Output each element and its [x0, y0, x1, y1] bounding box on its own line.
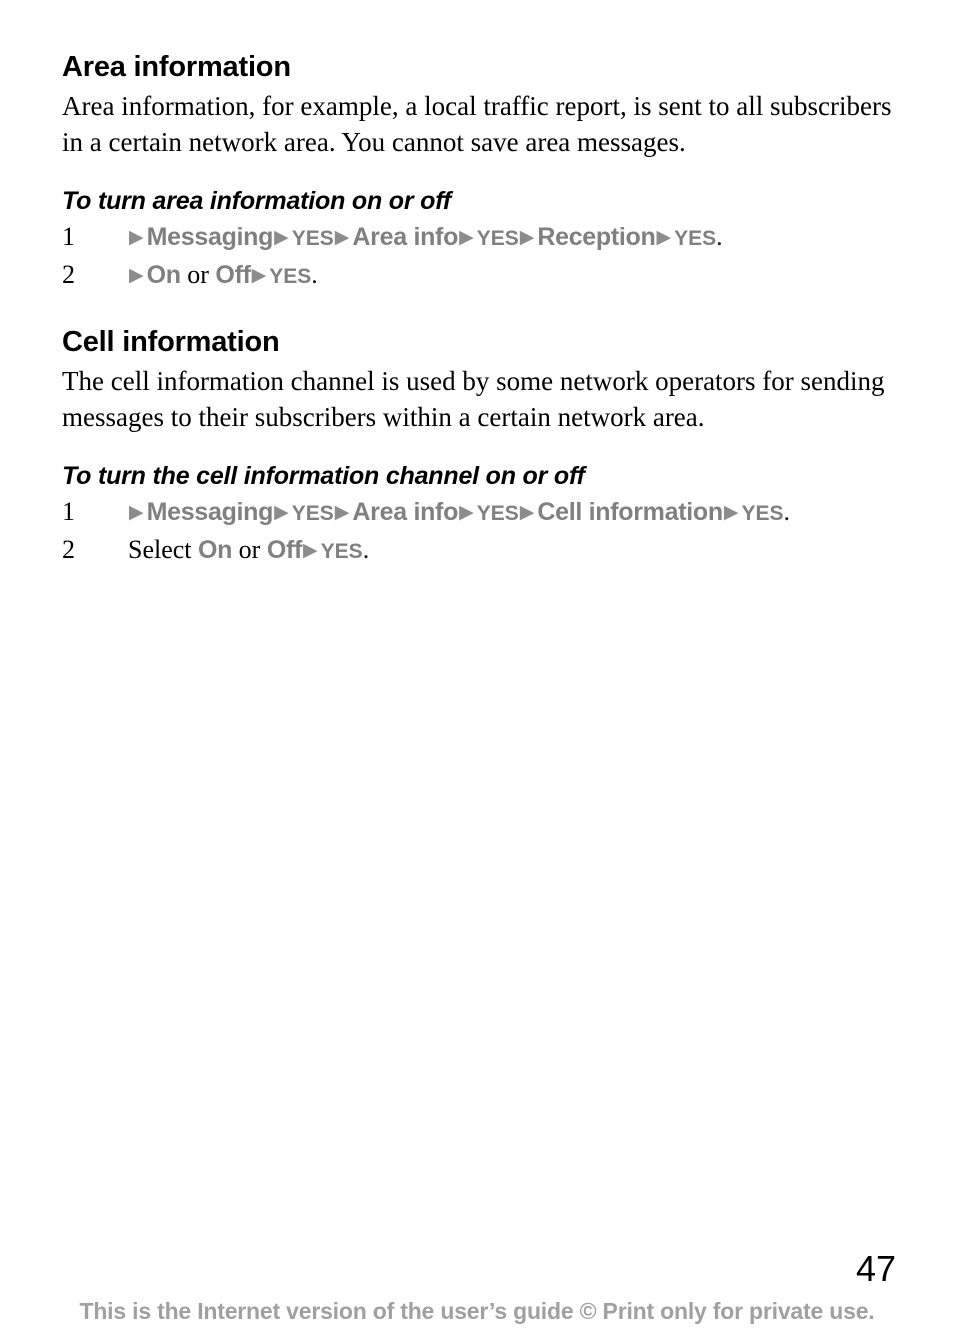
- arrow-icon: ▶: [129, 265, 144, 286]
- menu-token: Off: [266, 536, 303, 564]
- menu-token: Area info: [352, 223, 459, 251]
- arrow-icon: ▶: [274, 502, 289, 523]
- menu-token: Reception: [537, 223, 656, 251]
- page-content: Area information Area information, for e…: [62, 50, 892, 570]
- step-number: 2: [62, 535, 75, 564]
- arrow-icon: ▶: [251, 265, 267, 286]
- arrow-icon: ▶: [303, 540, 318, 561]
- softkey-token: YES: [476, 502, 519, 525]
- step-number: 1: [62, 222, 75, 251]
- menu-token: Messaging: [146, 498, 274, 526]
- procedure-heading-turn-area-information: To turn area information on or off: [62, 187, 452, 215]
- arrow-icon: ▶: [519, 227, 535, 248]
- menu-token: Off: [215, 261, 251, 289]
- arrow-icon: ▶: [129, 502, 144, 523]
- document-page: Area information Area information, for e…: [0, 0, 954, 1335]
- section-paragraph-area-information: Area information, for example, a local t…: [62, 91, 892, 157]
- menu-token: On: [146, 261, 181, 289]
- softkey-token: YES: [476, 227, 519, 250]
- step-body: ▶ Messaging▶ YES▶ Area info▶ YES▶ Cell inform…: [128, 494, 892, 532]
- list-item: 1 ▶ Messaging▶ YES▶ Area info▶ YES▶ Cell info…: [62, 494, 892, 532]
- arrow-icon: ▶: [274, 227, 289, 248]
- procedure-heading-turn-cell-information-channel: To turn the cell information channel on …: [62, 462, 585, 490]
- arrow-icon: ▶: [459, 502, 474, 523]
- arrow-icon: ▶: [723, 502, 739, 523]
- arrow-icon: ▶: [519, 502, 535, 523]
- step-body: Select On or Off▶ YES.: [128, 532, 892, 570]
- list-item: 2 Select On or Off▶ YES.: [62, 532, 892, 570]
- softkey-token: YES: [674, 227, 717, 250]
- menu-token: On: [198, 536, 233, 564]
- menu-token: Area info: [352, 498, 459, 526]
- period-text: .: [716, 222, 723, 251]
- softkey-token: YES: [741, 502, 784, 525]
- plain-text: or: [232, 535, 267, 564]
- arrow-icon: ▶: [129, 227, 144, 248]
- arrow-icon: ▶: [334, 227, 350, 248]
- section-heading-area-information: Area information: [62, 51, 291, 83]
- step-number: 2: [62, 260, 75, 289]
- page-number: 47: [855, 1248, 896, 1289]
- period-text: .: [311, 260, 318, 289]
- softkey-token: YES: [291, 227, 334, 250]
- step-number: 1: [62, 497, 75, 526]
- step-body: ▶ Messaging▶ YES▶ Area info▶ YES▶ Reception▶ Y…: [128, 219, 892, 257]
- period-text: .: [362, 535, 370, 564]
- arrow-icon: ▶: [334, 502, 350, 523]
- list-item: 2 ▶ On or Off▶ YES.: [62, 257, 892, 295]
- softkey-token: YES: [269, 265, 312, 288]
- arrow-icon: ▶: [656, 227, 672, 248]
- list-item: 1 ▶ Messaging▶ YES▶ Area info▶ YES▶ Reception…: [62, 219, 892, 257]
- menu-token: Cell information: [537, 498, 723, 526]
- footer-note: This is the Internet version of the user…: [79, 1298, 875, 1324]
- plain-text: or: [180, 260, 216, 289]
- softkey-token: YES: [320, 540, 363, 563]
- menu-token: Messaging: [146, 223, 274, 251]
- procedure-steps-cell-information: 1 ▶ Messaging▶ YES▶ Area info▶ YES▶ Cell info…: [62, 494, 892, 570]
- section-heading-cell-information: Cell information: [62, 326, 280, 358]
- arrow-icon: ▶: [459, 227, 474, 248]
- plain-text: Select: [128, 535, 199, 564]
- step-body: ▶ On or Off▶ YES.: [128, 257, 892, 295]
- procedure-steps-area-information: 1 ▶ Messaging▶ YES▶ Area info▶ YES▶ Reception…: [62, 219, 892, 295]
- section-paragraph-cell-information: The cell information channel is used by …: [62, 366, 885, 432]
- period-text: .: [783, 497, 790, 526]
- softkey-token: YES: [291, 502, 334, 525]
